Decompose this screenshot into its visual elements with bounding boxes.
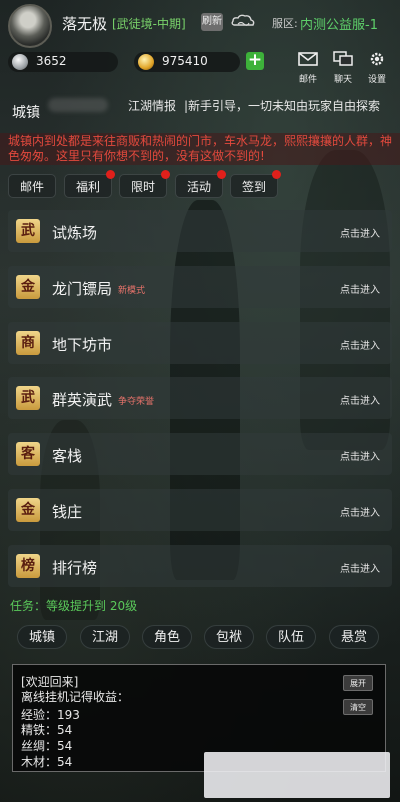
current-task[interactable]: 任务：等级提升到 20级 bbox=[10, 597, 137, 614]
menu-row-inn[interactable]: 客 客栈 点击进入 bbox=[8, 433, 392, 475]
quick-button-label: 邮件 bbox=[19, 180, 44, 194]
quick-button-limited[interactable]: 限时 bbox=[119, 170, 170, 198]
log-line: 精铁：54 bbox=[21, 723, 73, 737]
enter-link[interactable]: 点击进入 bbox=[340, 448, 380, 463]
menu-badge: 武 bbox=[16, 386, 40, 410]
chat-top-button[interactable]: 聊天 bbox=[330, 51, 356, 85]
server-label: 服区: bbox=[272, 17, 298, 30]
notification-dot bbox=[217, 170, 226, 179]
enter-link[interactable]: 点击进入 bbox=[340, 504, 380, 519]
menu-badge: 商 bbox=[16, 331, 40, 355]
watermark-overlay bbox=[204, 752, 390, 798]
chat-bubble-icon bbox=[333, 51, 353, 66]
gold-amount: 975410 bbox=[162, 54, 208, 68]
log-line: [欢迎回来] bbox=[21, 675, 79, 689]
menu-row-leaderboard[interactable]: 榜 排行榜 点击进入 bbox=[8, 545, 392, 587]
quick-button-welfare[interactable]: 福利 bbox=[64, 170, 115, 198]
menu-tag: 新模式 bbox=[118, 286, 146, 296]
news-label[interactable]: 江湖情报 bbox=[128, 97, 176, 114]
location-label: 城镇 bbox=[12, 105, 40, 121]
menu-title: 客栈 bbox=[52, 447, 83, 465]
menu-title: 龙门镖局 bbox=[52, 280, 113, 298]
notification-dot bbox=[272, 170, 281, 179]
add-gold-button[interactable]: + bbox=[246, 52, 264, 70]
menu-row-escort-agency[interactable]: 金 龙门镖局 新模式 点击进入 bbox=[8, 266, 392, 308]
log-line: 丝绸：54 bbox=[21, 739, 73, 753]
nav-bounty[interactable]: 悬赏 bbox=[329, 625, 379, 649]
menu-title: 地下坊市 bbox=[52, 336, 113, 354]
log-line: 离线挂机记得收益： bbox=[21, 690, 130, 704]
player-rank: [武徒境-中期] bbox=[112, 17, 186, 31]
menu-badge: 武 bbox=[16, 219, 40, 243]
news-ticker: |新手引导，一切未知由玩家自由探索 bbox=[184, 99, 381, 113]
menu-row-hero-arena[interactable]: 武 群英演武 争夺荣誉 点击进入 bbox=[8, 377, 392, 419]
quick-button-checkin[interactable]: 签到 bbox=[230, 170, 281, 198]
nav-character[interactable]: 角色 bbox=[142, 625, 192, 649]
enter-link[interactable]: 点击进入 bbox=[340, 337, 380, 352]
cloud-icon[interactable] bbox=[230, 12, 256, 30]
quick-button-label: 限时 bbox=[130, 180, 155, 194]
log-line: 经验：193 bbox=[21, 708, 80, 722]
quick-button-label: 福利 bbox=[75, 180, 100, 194]
envelope-icon bbox=[298, 52, 318, 66]
quick-button-label: 活动 bbox=[186, 180, 211, 194]
town-description-panel: 城镇内到处都是来往商贩和热闹的门市，车水马龙，熙熙攘攘的人群，神色匆匆。这里只有… bbox=[0, 133, 400, 165]
settings-top-label: 设置 bbox=[367, 75, 386, 85]
player-avatar[interactable] bbox=[8, 4, 52, 48]
settings-top-button[interactable]: 设置 bbox=[364, 51, 390, 85]
enter-link[interactable]: 点击进入 bbox=[340, 392, 380, 407]
gold-currency: 975410 bbox=[134, 52, 240, 72]
menu-badge: 金 bbox=[16, 498, 40, 522]
menu-tag: 争夺荣誉 bbox=[118, 397, 155, 407]
silver-currency: 3652 bbox=[8, 52, 118, 72]
quick-button-mail[interactable]: 邮件 bbox=[8, 174, 56, 198]
town-description: 城镇内到处都是来往商贩和热闹的门市，车水马龙，熙熙攘攘的人群，神色匆匆。这里只有… bbox=[8, 134, 393, 163]
enter-link[interactable]: 点击进入 bbox=[340, 225, 380, 240]
menu-title: 钱庄 bbox=[52, 503, 83, 521]
enter-link[interactable]: 点击进入 bbox=[340, 560, 380, 575]
menu-title: 群英演武 bbox=[52, 391, 113, 409]
menu-badge: 客 bbox=[16, 442, 40, 466]
menu-badge: 金 bbox=[16, 275, 40, 299]
nav-town[interactable]: 城镇 bbox=[17, 625, 67, 649]
nav-inventory[interactable]: 包袱 bbox=[204, 625, 254, 649]
chat-top-label: 聊天 bbox=[333, 75, 352, 85]
menu-row-underground-market[interactable]: 商 地下坊市 点击进入 bbox=[8, 322, 392, 364]
menu-title: 试炼场 bbox=[52, 224, 98, 242]
menu-row-bank[interactable]: 金 钱庄 点击进入 bbox=[8, 489, 392, 531]
menu-row-trial-ground[interactable]: 武 试炼场 点击进入 bbox=[8, 210, 392, 252]
notification-dot bbox=[106, 170, 115, 179]
refresh-button[interactable]: 刷新 bbox=[201, 13, 223, 31]
server-name[interactable]: 内测公益服-1 bbox=[300, 14, 378, 33]
menu-badge: 榜 bbox=[16, 554, 40, 578]
mail-top-label: 邮件 bbox=[298, 75, 317, 85]
silver-amount: 3652 bbox=[36, 54, 67, 68]
nav-jianghu[interactable]: 江湖 bbox=[80, 625, 130, 649]
enter-link[interactable]: 点击进入 bbox=[340, 281, 380, 296]
quick-button-label: 签到 bbox=[241, 180, 266, 194]
silver-icon bbox=[12, 54, 28, 70]
menu-title: 排行榜 bbox=[52, 559, 98, 577]
quick-button-event[interactable]: 活动 bbox=[175, 170, 226, 198]
clear-log-button[interactable]: 清空 bbox=[343, 699, 373, 715]
player-name: 落无极 bbox=[62, 15, 108, 33]
gear-icon bbox=[370, 52, 384, 66]
log-line: 木材：54 bbox=[21, 755, 73, 769]
nav-team[interactable]: 队伍 bbox=[266, 625, 316, 649]
gold-icon bbox=[138, 54, 154, 70]
notification-dot bbox=[161, 170, 170, 179]
expand-log-button[interactable]: 展开 bbox=[343, 675, 373, 691]
mail-top-button[interactable]: 邮件 bbox=[295, 51, 321, 85]
location-blur bbox=[48, 98, 108, 112]
